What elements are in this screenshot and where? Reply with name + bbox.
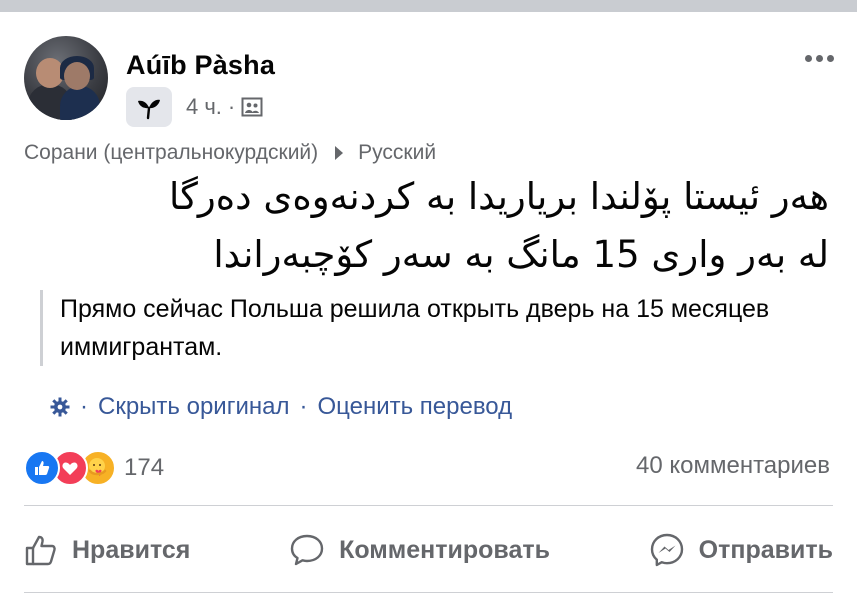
post-header: Aúīb Pàsha 4 ч. · [24,36,839,132]
comment-icon [290,534,324,566]
action-separator: · [80,393,88,420]
top-strip [0,0,857,12]
reactions-count: 174 [124,454,165,481]
post-time[interactable]: 4 ч. [186,94,222,120]
comment-button[interactable]: Комментировать [289,533,550,567]
original-line-1: هەر ئیستا پۆلندا بریاریدا بە کردنەوەی دە… [168,175,829,218]
thumbs-up-icon [25,535,56,566]
translate-arrow-icon [334,145,344,161]
comments-count[interactable]: 40 комментариев [636,452,830,480]
meta-separator: · [227,94,236,119]
like-reaction-icon [24,450,60,486]
author-name[interactable]: Aúīb Pàsha [126,50,275,81]
avatar[interactable] [24,36,108,120]
like-label: Нравится [72,535,191,564]
source-language: Сорани (центральнокурдский) [24,141,319,164]
action-separator: · [299,393,308,420]
post-meta: 4 ч. · [126,87,263,127]
translation-language-row: Сорани (центральнокурдский) Русский [24,138,436,168]
badge-icon[interactable] [126,87,172,127]
share-button[interactable]: Отправить [649,532,833,568]
divider [24,592,833,593]
target-language: Русский [358,141,437,164]
reactions-summary[interactable]: 174 [24,450,164,486]
original-line-2: لە بەر واری 15 مانگ بە سەر کۆچبەراندا [213,233,829,276]
comment-label: Комментировать [339,535,550,564]
gear-icon[interactable] [50,397,70,417]
like-button[interactable]: Нравится [24,533,190,567]
share-label: Отправить [698,535,833,564]
translation-actions: · Скрыть оригинал · Оценить перевод [50,390,512,424]
more-icon[interactable] [799,46,839,70]
hide-original-link[interactable]: Скрыть оригинал [98,393,289,421]
rate-translation-link[interactable]: Оценить перевод [317,393,512,421]
post-actions-bar: Нравится Комментировать Отправить [24,520,833,580]
privacy-icon[interactable] [241,96,263,118]
messenger-icon [650,533,683,567]
original-post-text: هەر ئیستا پۆلندا بریاریدا بە کردنەوەی دە… [29,168,829,284]
translated-text: Прямо сейчас Польша решила открыть дверь… [40,290,850,366]
divider [24,505,833,506]
